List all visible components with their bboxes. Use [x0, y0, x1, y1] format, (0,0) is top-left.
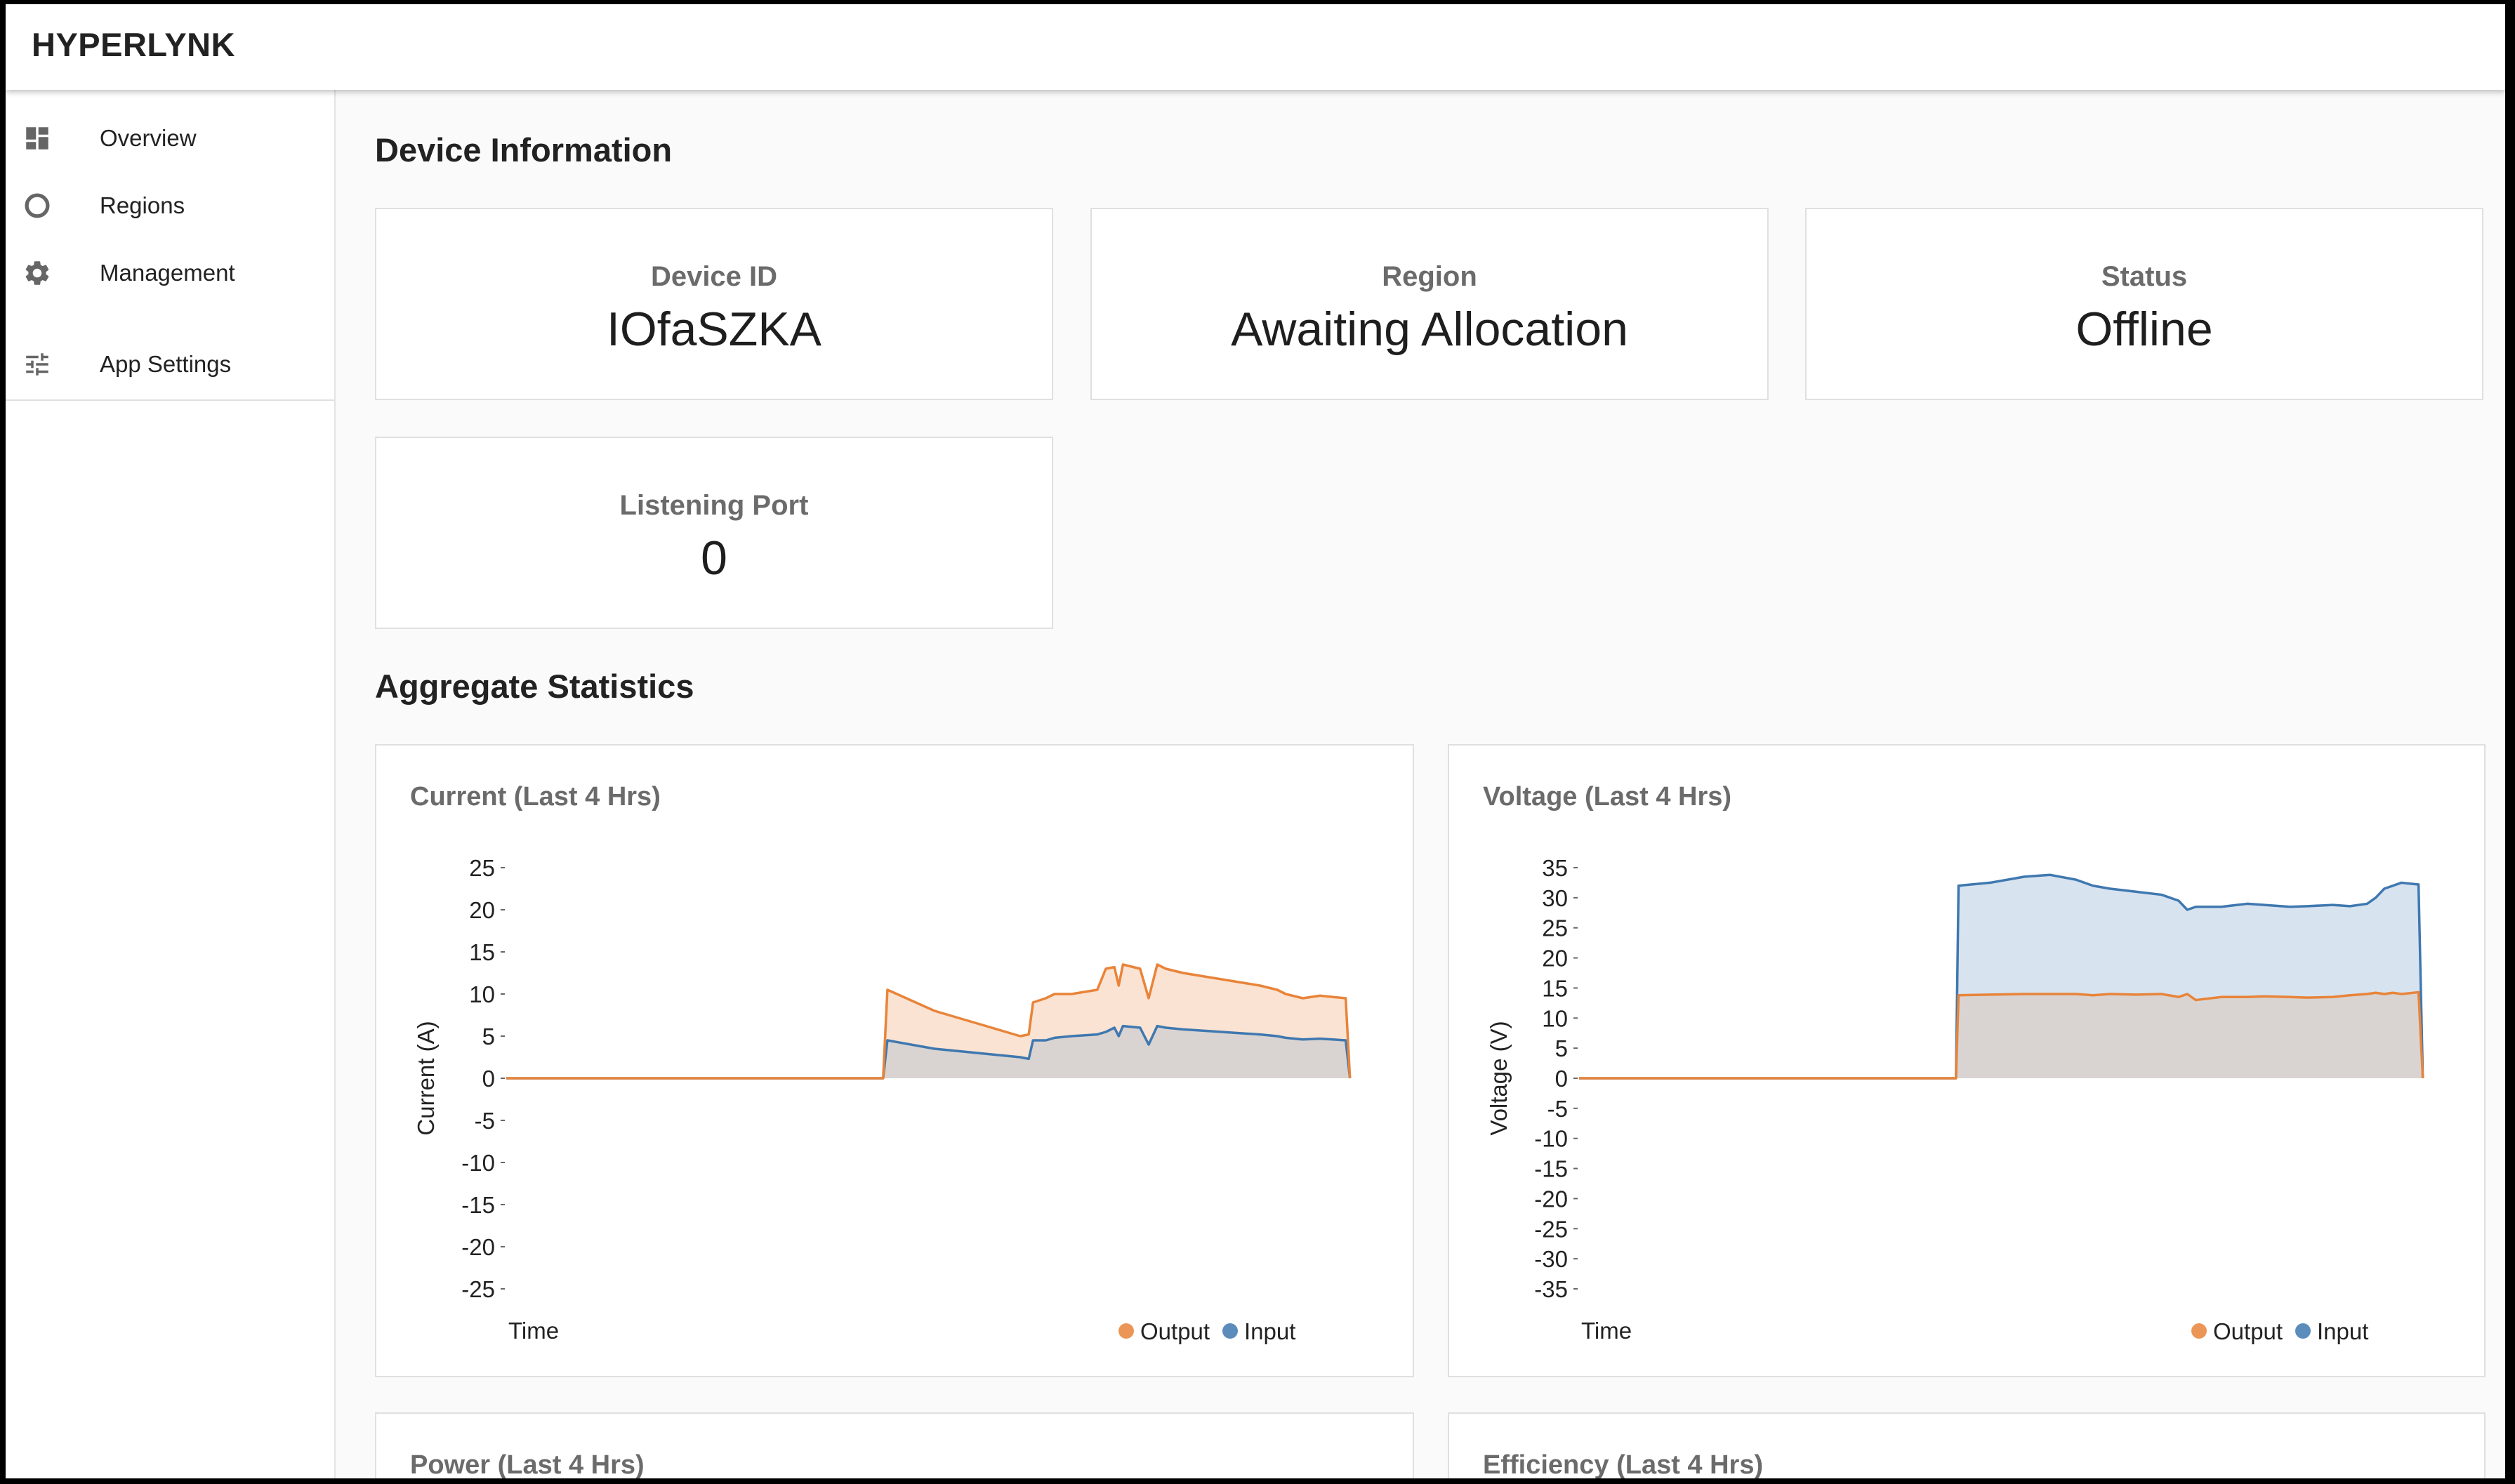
sidebar-item-overview[interactable]: Overview: [6, 105, 334, 168]
status-card: Status Offline: [1805, 208, 2483, 400]
sidebar-item-label: Overview: [100, 125, 197, 151]
sidebar: Overview Regions Management App Settings: [6, 90, 336, 1478]
output-area: [1579, 992, 2423, 1078]
sidebar-item-label: App Settings: [100, 351, 232, 377]
current-chart-card: Current (Last 4 Hrs) 25 20 15 10 5 0 -5 -10 -15-…: [375, 744, 1414, 1377]
y-tick-label: 25: [1542, 915, 1568, 941]
power-chart-card: Power (Last 4 Hrs): [375, 1412, 1414, 1478]
power-chart-title: Power (Last 4 Hrs): [410, 1450, 645, 1478]
app-title: HYPERLYNK: [32, 26, 236, 63]
device-information-heading: Device Information: [375, 131, 673, 168]
top-app-bar: HYPERLYNK: [6, 4, 2505, 90]
y-tick-label: -30: [1534, 1246, 1568, 1272]
sidebar-item-label: Regions: [100, 192, 185, 218]
legend-input-label: Input: [1244, 1318, 1295, 1344]
dashboard-icon: [26, 127, 48, 150]
region-card: Region Awaiting Allocation: [1090, 208, 1769, 400]
y-tick-label: -5: [475, 1108, 495, 1134]
listening-port-value: 0: [701, 531, 727, 585]
listening-port-label: Listening Port: [619, 490, 809, 521]
legend-output-marker: [1118, 1323, 1134, 1339]
y-tick-label: -25: [1534, 1216, 1568, 1242]
x-axis-label: Time: [508, 1318, 559, 1344]
efficiency-chart-title: Efficiency (Last 4 Hrs): [1483, 1450, 1764, 1478]
y-axis-label: Current (A): [413, 1021, 439, 1135]
efficiency-chart-card: Efficiency (Last 4 Hrs): [1448, 1412, 2486, 1478]
listening-port-card: Listening Port 0: [375, 437, 1053, 629]
y-tick-label: 15: [469, 939, 495, 965]
sliders-icon: [26, 353, 48, 376]
y-tick-label: 10: [469, 981, 495, 1007]
y-tick-label: -25: [461, 1276, 495, 1302]
aggregate-statistics-heading: Aggregate Statistics: [375, 668, 694, 705]
y-tick-label: -10: [1534, 1126, 1568, 1152]
y-tick-label: -5: [1547, 1096, 1568, 1122]
y-tick-label: 10: [1542, 1005, 1568, 1031]
x-axis-label: Time: [1581, 1318, 1632, 1344]
current-chart: 25 20 15 10 5 0 -5 -10 -15 -20 -25 Current (A) Time O…: [413, 855, 1352, 1344]
sidebar-item-management[interactable]: Management: [6, 240, 334, 303]
y-tick-label: 5: [1555, 1035, 1568, 1061]
y-tick-label: -20: [461, 1234, 495, 1260]
y-tick-label: -10: [461, 1150, 495, 1176]
sidebar-item-app-settings[interactable]: App Settings: [6, 331, 334, 395]
legend-input-marker: [1222, 1323, 1238, 1339]
voltage-chart: 35 30 25 20 15 10 5 0 -5 -10 -15 -20 -25 -30 -35 Voltag…: [1486, 855, 2424, 1344]
legend-output-label: Output: [1140, 1318, 1210, 1344]
y-tick-label: 5: [482, 1023, 495, 1049]
device-id-value: IOfaSZKA: [606, 303, 822, 356]
y-tick-label: 0: [482, 1066, 495, 1092]
y-tick-label: -20: [1534, 1186, 1568, 1212]
sidebar-item-label: Management: [100, 260, 235, 286]
region-label: Region: [1382, 261, 1477, 292]
legend-output-marker: [2191, 1323, 2207, 1339]
legend-input-label: Input: [2317, 1318, 2368, 1344]
legend-input-marker: [2295, 1323, 2311, 1339]
sidebar-item-regions[interactable]: Regions: [6, 173, 334, 236]
device-id-card: Device ID IOfaSZKA: [375, 208, 1053, 400]
region-value: Awaiting Allocation: [1231, 303, 1628, 356]
device-id-label: Device ID: [650, 261, 778, 292]
y-tick-label: 35: [1542, 855, 1568, 881]
y-tick-label: 30: [1542, 885, 1568, 911]
legend-output-label: Output: [2213, 1318, 2283, 1344]
circle-icon: [25, 193, 50, 218]
y-tick-label: 20: [1542, 946, 1568, 972]
voltage-chart-card: Voltage (Last 4 Hrs) 35 30 25 20 15 10 5 0 -5 -10…: [1448, 744, 2486, 1377]
y-tick-label: -35: [1534, 1276, 1568, 1302]
y-tick-label: 20: [469, 897, 495, 923]
sidebar-divider: [6, 399, 334, 401]
gear-icon: [25, 261, 49, 285]
y-tick-label: 15: [1542, 975, 1568, 1001]
app-window: HYPERLYNK Overview Regions Management Ap…: [6, 4, 2505, 1478]
y-tick-label: 25: [469, 855, 495, 881]
main-content: Device Information Device ID IOfaSZKA Re…: [336, 90, 2505, 1478]
y-tick-label: -15: [1534, 1156, 1568, 1182]
y-axis-label: Voltage (V): [1486, 1021, 1512, 1135]
y-tick-label: 0: [1555, 1066, 1568, 1092]
status-label: Status: [2101, 261, 2188, 292]
y-tick-label: -15: [461, 1192, 495, 1218]
status-value: Offline: [2075, 303, 2213, 356]
